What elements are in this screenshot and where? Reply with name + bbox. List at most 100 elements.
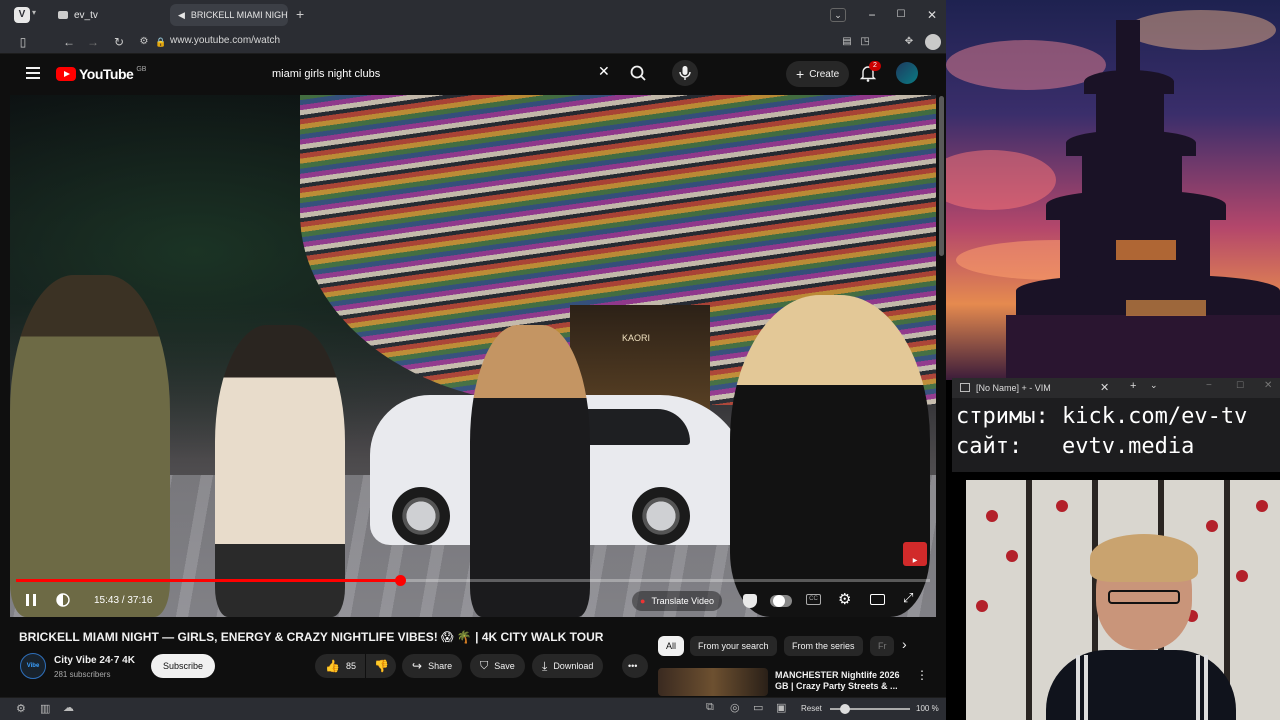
miniplayer-icon[interactable] [870, 594, 885, 605]
channel-name[interactable]: City Vibe 24·7 4K [54, 655, 135, 666]
plus-icon: + [796, 66, 805, 82]
vim-window[interactable]: [No Name] + - VIM ✕ + ⌄ − ☐ ✕ стримы: ki… [952, 378, 1280, 472]
voice-search-button[interactable] [672, 60, 698, 86]
progress-scrubber[interactable] [394, 575, 406, 586]
save-button[interactable]: ⛉ Save [470, 654, 525, 678]
account-avatar[interactable] [896, 62, 918, 84]
forward-icon[interactable]: → [84, 33, 102, 51]
volume-icon [56, 593, 70, 607]
notification-badge: 2 [869, 61, 881, 71]
close-window-icon[interactable]: ✕ [922, 6, 942, 24]
create-label: Create [809, 68, 840, 80]
captions-icon[interactable]: CC [806, 594, 821, 605]
profile-avatar[interactable] [925, 34, 941, 50]
site-info-icon[interactable]: ⚙ [135, 33, 153, 51]
video-title: BRICKELL MIAMI NIGHT — GIRLS, ENERGY & C… [19, 630, 604, 644]
speaker-icon[interactable]: ◀ [178, 10, 185, 21]
tab-youtube-video[interactable]: ◀ BRICKELL MIAMI NIGHT — ✕ [170, 4, 288, 26]
tab-list-icon[interactable]: ⌄ [830, 8, 846, 22]
page-actions-icon[interactable]: ◎ [730, 701, 740, 714]
vim-window-icon [960, 383, 970, 392]
reload-icon[interactable]: ↻ [110, 33, 128, 51]
download-icon: ⤓ [542, 658, 548, 673]
logo-text: YouTube [79, 66, 134, 82]
download-button[interactable]: ⤓ Download [532, 654, 604, 678]
maximize-icon[interactable]: ☐ [891, 6, 911, 24]
settings-gear-icon[interactable]: ⚙ [838, 590, 851, 608]
progress-bar[interactable] [16, 575, 930, 586]
minimize-icon[interactable]: − [862, 6, 882, 24]
cloud-icon[interactable]: ☁ [63, 701, 74, 714]
thumbs-up-icon: 👍 [325, 659, 340, 673]
vim-minimize-icon[interactable]: − [1206, 380, 1212, 391]
streamer [1046, 534, 1236, 720]
vim-maximize-icon[interactable]: ☐ [1236, 380, 1244, 391]
volume-button[interactable] [56, 593, 72, 607]
chip-all[interactable]: All [658, 636, 685, 656]
lock-icon[interactable]: 🔒 [152, 33, 170, 51]
vim-close-tab-icon[interactable]: ✕ [1100, 381, 1109, 394]
youtube-logo[interactable]: YouTube GB [56, 66, 146, 82]
webcam-overlay [966, 480, 1280, 720]
new-tab-button[interactable]: + [296, 6, 304, 22]
reader-view-icon[interactable]: ▤ [838, 33, 856, 51]
video-player[interactable]: KAORI ▶ [10, 95, 936, 617]
share-icon: ↪ [412, 659, 423, 673]
subscribe-button[interactable]: Subscribe [151, 654, 215, 678]
rec-title-line1: MANCHESTER Nightlife 2026 [775, 670, 900, 680]
recommended-video-thumbnail[interactable] [658, 668, 768, 696]
bookmark-save-icon: ⛉ [480, 659, 489, 672]
zoom-slider[interactable] [830, 704, 910, 714]
translate-video-button[interactable]: ● Translate Video [632, 591, 722, 611]
vim-window-title: [No Name] + - VIM [976, 383, 1051, 393]
recommended-more-icon[interactable]: ⋮ [916, 668, 928, 682]
more-actions-button[interactable]: ••• [622, 654, 648, 678]
search-button[interactable] [625, 62, 653, 86]
video-frame-person [730, 295, 930, 617]
vim-line-2: сайт: evtv.media [956, 434, 1195, 459]
recommended-video-title[interactable]: MANCHESTER Nightlife 2026 GB | Crazy Par… [775, 670, 905, 692]
chevron-down-icon[interactable]: ▾ [32, 8, 36, 17]
menu-icon[interactable] [26, 67, 40, 79]
panel-toggle-icon[interactable]: ⚙ [16, 702, 26, 715]
search-input[interactable]: miami girls night clubs [262, 60, 622, 88]
back-icon[interactable]: ← [60, 33, 78, 51]
recommendation-chips: All From your search From the series Fr … [658, 636, 928, 658]
extensions-icon[interactable]: ✥ [900, 33, 918, 51]
bookmark-icon[interactable]: ◳ [856, 33, 874, 51]
create-button[interactable]: + Create [786, 61, 850, 87]
images-icon[interactable]: ▣ [776, 701, 786, 714]
channel-avatar[interactable]: Vibe [20, 653, 46, 679]
sidebar-toggle-icon[interactable]: ▯ [14, 33, 32, 51]
capture-icon[interactable]: ⧉ [706, 701, 714, 714]
like-button[interactable]: 👍 85 [315, 654, 365, 678]
clear-search-icon[interactable]: ✕ [598, 63, 610, 80]
zoom-slider-knob[interactable] [840, 704, 850, 714]
fullscreen-icon[interactable]: ⤢ [903, 590, 913, 606]
chip-from-your-search[interactable]: From your search [690, 636, 777, 656]
tiling-icon[interactable]: ▭ [753, 701, 763, 714]
tile-icon[interactable]: ▥ [40, 702, 50, 715]
share-button[interactable]: ↪ Share [402, 654, 463, 678]
pause-button[interactable] [24, 593, 38, 607]
chip-fr[interactable]: Fr [870, 636, 894, 656]
autoplay-toggle[interactable] [770, 595, 792, 607]
desktop-area: [No Name] + - VIM ✕ + ⌄ − ☐ ✕ стримы: ki… [946, 0, 1280, 720]
url-field[interactable]: www.youtube.com/watch [170, 35, 280, 46]
shield-icon[interactable] [743, 594, 757, 608]
vivaldi-menu-icon[interactable]: V [14, 7, 30, 23]
chips-next-icon[interactable]: › [902, 636, 907, 652]
subscribe-watermark-icon[interactable]: ▶ [903, 542, 927, 566]
zoom-reset-button[interactable]: Reset [801, 704, 822, 713]
browser-status-bar: ⚙ ▥ ☁ ⧉ ◎ ▭ ▣ Reset 100 % [0, 697, 946, 720]
vim-close-icon[interactable]: ✕ [1264, 380, 1272, 391]
like-count: 85 [345, 661, 356, 671]
vim-new-tab-icon[interactable]: + [1130, 380, 1136, 392]
tab-ev-tv[interactable]: ev_tv [50, 4, 168, 26]
chip-from-the-series[interactable]: From the series [784, 636, 863, 656]
logo-country: GB [136, 65, 147, 73]
page-scrollbar[interactable] [939, 96, 944, 256]
vim-tab-menu-icon[interactable]: ⌄ [1150, 380, 1158, 391]
dislike-button[interactable]: 👎 [366, 654, 396, 678]
youtube-header: YouTube GB miami girls night clubs ✕ + C… [0, 54, 946, 94]
